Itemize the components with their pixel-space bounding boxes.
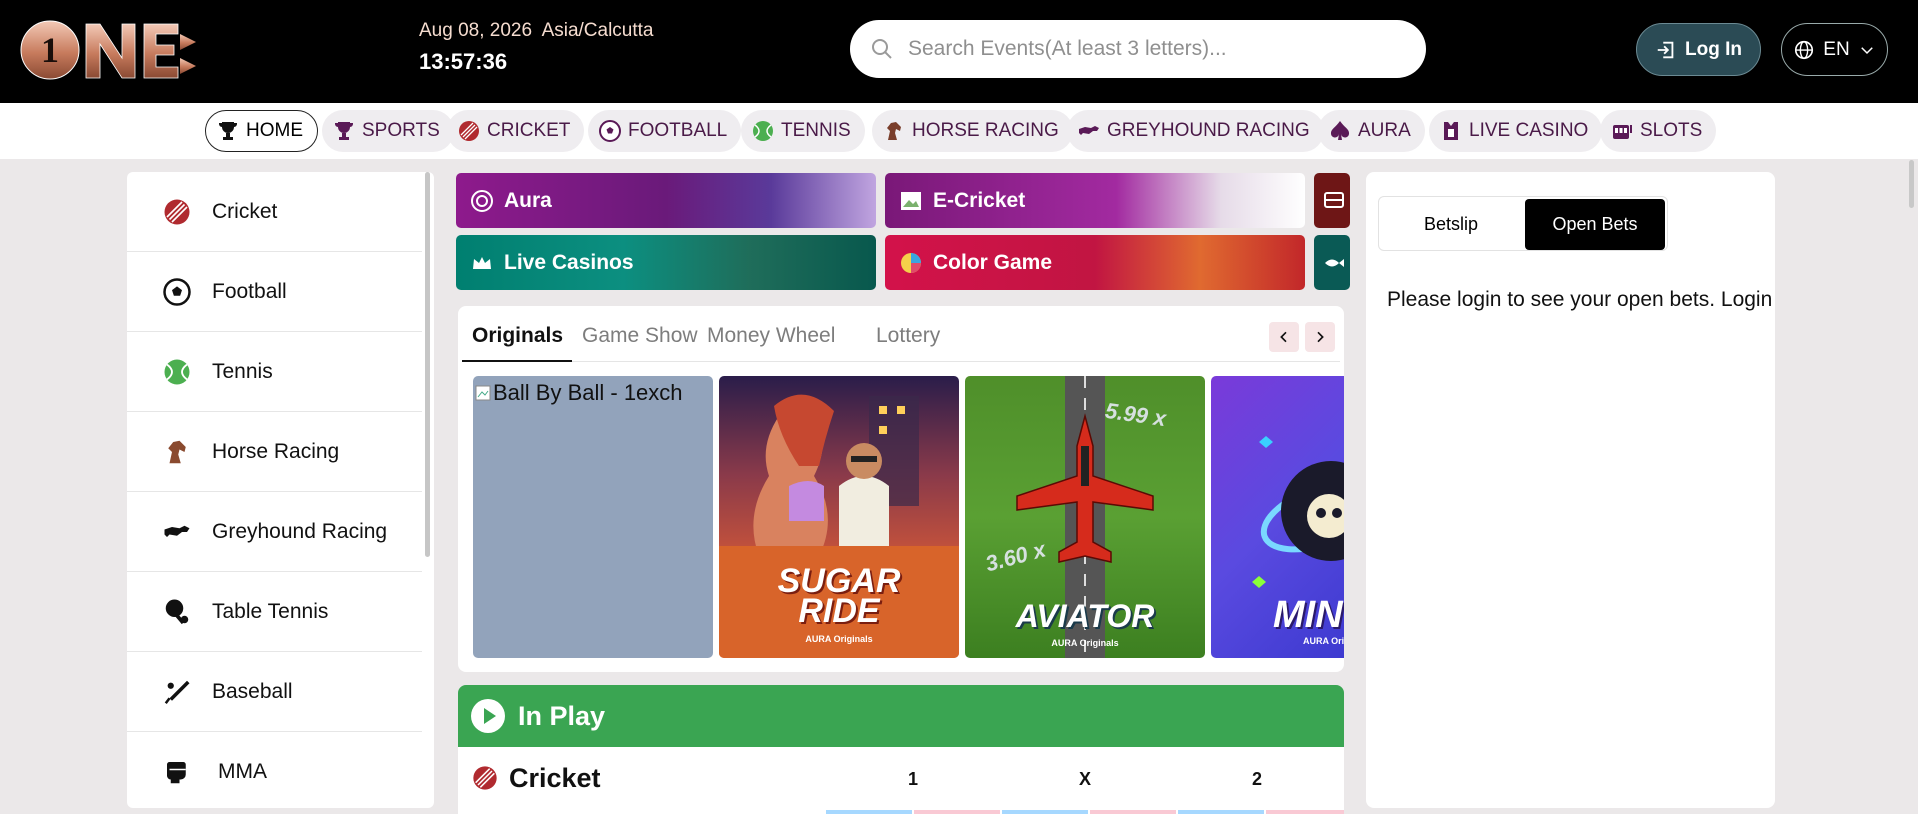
- banner-next-partial-2[interactable]: [1314, 235, 1350, 290]
- sidebar-item-horse-racing[interactable]: Horse Racing: [127, 412, 422, 492]
- horse-icon: [168, 440, 186, 463]
- nav-horse-racing[interactable]: HORSE RACING: [872, 110, 1073, 152]
- next-arrow-button[interactable]: [1305, 322, 1335, 352]
- nav-football[interactable]: FOOTBALL: [588, 110, 742, 152]
- language-selector[interactable]: EN: [1781, 23, 1888, 76]
- cricket-ball-icon: [459, 121, 479, 141]
- sidebar-item-football[interactable]: Football: [127, 252, 422, 332]
- sidebar-item-tennis[interactable]: Tennis: [127, 332, 422, 412]
- chevron-down-icon: [1860, 46, 1873, 54]
- horse-icon: [887, 122, 901, 140]
- game-tile-mines[interactable]: MIN AURA Origi: [1211, 376, 1344, 658]
- spade-icon: [1330, 121, 1350, 140]
- games-panel: Originals Game Show Money Wheel Lottery …: [458, 306, 1344, 672]
- image-icon: [901, 191, 921, 210]
- nav-tennis[interactable]: TENNIS: [741, 110, 865, 152]
- football-icon: [599, 120, 621, 142]
- nav-home[interactable]: HOME: [205, 110, 318, 152]
- sports-nav: HOME SPORTS CRICKET FOOTBALL TENNIS HORS…: [0, 103, 1918, 159]
- tab-originals[interactable]: Originals: [472, 324, 563, 348]
- trophy-icon: [219, 122, 237, 140]
- sidebar-item-baseball[interactable]: Baseball: [127, 652, 422, 732]
- in-play-header[interactable]: In Play: [458, 685, 1344, 747]
- chip-icon: [471, 189, 493, 212]
- chevron-left-icon: [1280, 331, 1287, 343]
- svg-text:1: 1: [41, 30, 59, 70]
- sidebar-scrollbar[interactable]: [425, 172, 430, 557]
- tab-lottery[interactable]: Lottery: [876, 324, 940, 348]
- banner-aura[interactable]: Aura: [456, 173, 876, 228]
- bus-icon: [1324, 191, 1344, 208]
- search-icon: [872, 39, 892, 59]
- nav-cricket[interactable]: CRICKET: [447, 110, 585, 152]
- date-display: Aug 08, 2026 Asia/Calcutta: [419, 20, 654, 41]
- game-tile-ball-by-ball[interactable]: Ball By Ball - 1exch: [473, 376, 713, 658]
- table-tennis-icon: [165, 599, 189, 624]
- col-header-2: 2: [1252, 769, 1263, 789]
- col-header-x: X: [1079, 769, 1092, 789]
- odds-strip: [458, 810, 1344, 814]
- trophy-icon: [335, 122, 353, 140]
- greyhound-icon: [1079, 126, 1099, 135]
- page-scrollbar[interactable]: [1909, 160, 1914, 208]
- game-tile-sugar-ride[interactable]: SUGAR RIDE AURA Originals: [719, 376, 959, 658]
- play-icon: [471, 699, 505, 733]
- nav-sports[interactable]: SPORTS: [322, 110, 454, 152]
- datetime: Aug 08, 2026 Asia/Calcutta 13:57:36: [419, 20, 654, 75]
- sidebar-item-greyhound-racing[interactable]: Greyhound Racing: [127, 492, 422, 572]
- tennis-ball-icon: [164, 359, 190, 384]
- nav-live-casino[interactable]: LIVE CASINO: [1429, 110, 1603, 152]
- banner-next-partial[interactable]: [1314, 173, 1350, 228]
- nav-greyhound-racing[interactable]: GREYHOUND RACING: [1067, 110, 1324, 152]
- tennis-ball-icon: [753, 121, 773, 141]
- open-bets-message[interactable]: Please login to see your open bets. Logi…: [1387, 288, 1772, 312]
- fish-icon: [1325, 258, 1344, 267]
- sport-row-cricket: Cricket 1 X 2: [458, 747, 1344, 809]
- globe-icon: [1795, 40, 1814, 59]
- game-tile-aviator[interactable]: 5.99 x 3.60 x AVIATOR AURA Originals: [965, 376, 1205, 658]
- football-icon: [163, 277, 191, 306]
- chevron-right-icon: [1317, 331, 1324, 343]
- banner-e-cricket[interactable]: E-Cricket: [885, 173, 1305, 228]
- login-button[interactable]: Log In: [1636, 23, 1761, 76]
- crown-icon: [473, 256, 491, 269]
- tab-open-bets[interactable]: Open Bets: [1525, 199, 1665, 250]
- sidebar-item-mma[interactable]: MMA: [127, 732, 422, 808]
- login-icon: [1657, 41, 1674, 58]
- cricket-ball-icon: [164, 199, 190, 224]
- tab-game-show[interactable]: Game Show: [582, 324, 698, 348]
- betslip-tabs: Betslip Open Bets: [1378, 196, 1668, 251]
- slot-machine-icon: [1613, 125, 1632, 139]
- time-display: 13:57:36: [419, 49, 508, 74]
- cricket-ball-icon: [473, 766, 497, 790]
- baseball-bat-icon: [164, 680, 190, 704]
- betslip-panel: Betslip Open Bets Please login to see yo…: [1366, 172, 1775, 808]
- banner-live-casinos[interactable]: Live Casinos: [456, 235, 876, 290]
- logo[interactable]: 1: [20, 12, 202, 88]
- sidebar-item-cricket[interactable]: Cricket: [127, 172, 422, 252]
- col-header-1: 1: [908, 769, 919, 789]
- header: 1 Aug 08, 2026 Asia/Calcutta 13:57:36 Lo…: [0, 0, 1918, 103]
- broken-image-icon: [475, 385, 491, 401]
- nav-aura[interactable]: AURA: [1318, 110, 1425, 152]
- tab-betslip[interactable]: Betslip: [1381, 199, 1521, 250]
- sports-sidebar: Cricket Football Tennis Horse Racing Gre…: [127, 172, 434, 808]
- games-tabs: Originals Game Show Money Wheel Lottery: [462, 310, 1340, 362]
- greyhound-icon: [164, 525, 190, 537]
- sidebar-item-table-tennis[interactable]: Table Tennis: [127, 572, 422, 652]
- banner-color-game[interactable]: Color Game: [885, 235, 1305, 290]
- card-icon: [1444, 122, 1458, 140]
- active-tab-indicator: [462, 360, 572, 362]
- tab-money-wheel[interactable]: Money Wheel: [707, 324, 835, 348]
- glove-icon: [167, 761, 186, 783]
- color-wheel-icon: [901, 252, 921, 273]
- search-bar[interactable]: [850, 20, 1426, 78]
- in-play-table: Cricket 1 X 2: [458, 747, 1344, 814]
- search-input[interactable]: [908, 37, 1408, 61]
- nav-slots[interactable]: SLOTS: [1600, 110, 1717, 152]
- prev-arrow-button[interactable]: [1269, 322, 1299, 352]
